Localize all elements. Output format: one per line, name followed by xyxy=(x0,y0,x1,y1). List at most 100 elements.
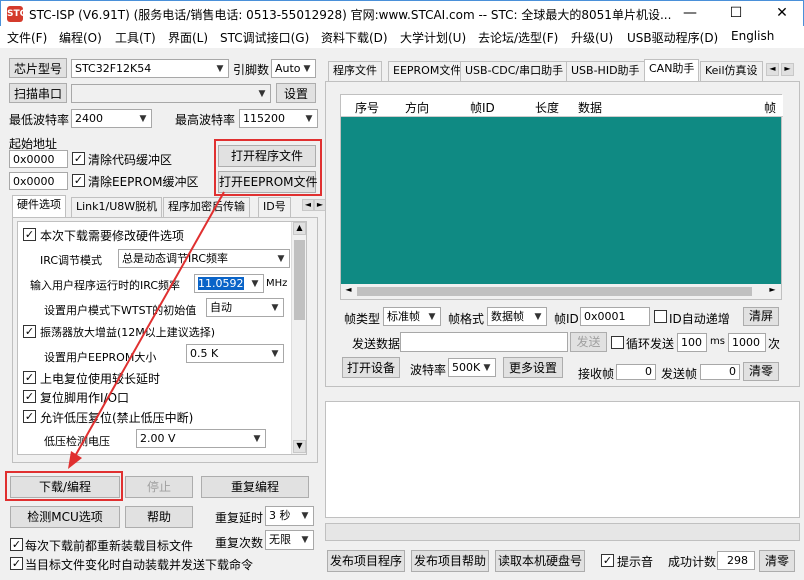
tab-scroll-right-icon[interactable]: ► xyxy=(781,63,794,76)
menu-tools[interactable]: 工具(T) xyxy=(115,29,156,46)
menu-interface[interactable]: 界面(L) xyxy=(168,29,208,46)
clear-screen-button[interactable]: 清屏 xyxy=(743,307,779,326)
tab-scroll-left-icon[interactable]: ◄ xyxy=(302,199,314,211)
frame-format-select[interactable]: 数据帧 ▼ xyxy=(487,307,547,326)
send-button[interactable]: 发送 xyxy=(570,332,607,352)
loop-interval-input[interactable]: 100 xyxy=(677,333,707,352)
reset-pin-io-checkbox[interactable]: ✓ xyxy=(23,390,36,403)
menu-debug[interactable]: STC调试接口(G) xyxy=(220,29,309,46)
scroll-up-icon[interactable]: ▲ xyxy=(293,222,306,235)
pin-count-value: Auto xyxy=(275,62,301,75)
scan-port-button[interactable]: 扫描串口 xyxy=(9,83,67,103)
tab-program-file[interactable]: 程序文件 xyxy=(328,61,382,81)
frame-type-select[interactable]: 标准帧 ▼ xyxy=(383,307,441,326)
chevron-down-icon: ▼ xyxy=(301,511,309,521)
success-count-label: 成功计数 xyxy=(668,555,717,569)
repeat-program-button[interactable]: 重复编程 xyxy=(201,476,309,498)
tab-usb-hid[interactable]: USB-HID助手 xyxy=(566,61,645,81)
menu-file[interactable]: 文件(F) xyxy=(7,29,47,46)
menu-english[interactable]: English xyxy=(731,29,774,43)
publish-project-program-button[interactable]: 发布项目程序 xyxy=(327,550,405,572)
close-button[interactable]: ✕ xyxy=(759,1,804,27)
scroll-left-icon[interactable]: ◄ xyxy=(342,285,355,298)
more-settings-button[interactable]: 更多设置 xyxy=(503,357,563,378)
repeat-count-select[interactable]: 无限 ▼ xyxy=(265,530,314,550)
chip-type-button[interactable]: 芯片型号 xyxy=(9,58,67,78)
long-reset-delay-checkbox[interactable]: ✓ xyxy=(23,371,36,384)
loop-count-input[interactable]: 1000 xyxy=(728,333,766,352)
chevron-down-icon: ▼ xyxy=(216,64,224,74)
output-log-area[interactable] xyxy=(325,401,800,518)
send-data-input[interactable] xyxy=(400,332,568,352)
read-disk-id-button[interactable]: 读取本机硬盘号 xyxy=(495,550,585,572)
menu-upgrade[interactable]: 升级(U) xyxy=(571,29,613,46)
chip-type-value: STC32F12K54 xyxy=(75,62,152,75)
port-select[interactable]: ▼ xyxy=(71,84,271,103)
clear-code-label: 清除代码缓冲区 xyxy=(88,153,173,167)
clear-success-count-button[interactable]: 清零 xyxy=(759,550,795,572)
menu-university[interactable]: 大学计划(U) xyxy=(400,29,466,46)
tx-frames-label: 发送帧 xyxy=(661,367,698,381)
clear-eeprom-checkbox[interactable]: ✓ xyxy=(72,174,85,187)
send-data-label: 发送数据 xyxy=(352,337,401,351)
id-auto-increment-checkbox[interactable] xyxy=(654,310,667,323)
chip-type-select[interactable]: STC32F12K54 ▼ xyxy=(71,59,229,78)
tab-scroll-left-icon[interactable]: ◄ xyxy=(766,63,779,76)
check-mcu-options-button[interactable]: 检测MCU选项 xyxy=(10,506,120,528)
modify-hw-options-checkbox[interactable]: ✓ xyxy=(23,228,36,241)
column-header[interactable]: 长度 xyxy=(535,99,559,116)
min-baud-label: 最低波特率 xyxy=(9,113,70,127)
column-header[interactable]: 序号 xyxy=(355,99,379,116)
publish-project-help-button[interactable]: 发布项目帮助 xyxy=(411,550,489,572)
menu-download[interactable]: 资料下载(D) xyxy=(321,29,388,46)
horizontal-scrollbar[interactable]: ◄ ► xyxy=(341,284,781,299)
progress-bar xyxy=(325,523,800,541)
frame-id-input[interactable]: 0x0001 xyxy=(580,307,650,326)
frame-type-label: 帧类型 xyxy=(344,312,381,326)
column-header[interactable]: 方向 xyxy=(405,99,429,116)
clear-counters-button[interactable]: 清零 xyxy=(743,362,779,381)
baud-rate-label: 波特率 xyxy=(410,363,447,377)
open-device-button[interactable]: 打开设备 xyxy=(342,357,400,378)
app-logo-icon: STC xyxy=(7,6,26,22)
scroll-thumb[interactable] xyxy=(357,287,752,296)
tab-id-number[interactable]: ID号 xyxy=(258,197,291,217)
stop-button[interactable]: 停止 xyxy=(125,476,193,498)
clear-code-checkbox[interactable]: ✓ xyxy=(72,152,85,165)
hw-options-scrollbar[interactable]: ▲ ▼ xyxy=(291,222,306,454)
code-start-address-input[interactable]: 0x0000 xyxy=(9,150,68,168)
title-bar: STC STC-ISP (V6.91T) (服务电话/销售电话: 0513-55… xyxy=(0,0,804,26)
scroll-thumb[interactable] xyxy=(294,240,305,320)
low-voltage-reset-checkbox[interactable]: ✓ xyxy=(23,410,36,423)
reload-before-download-checkbox[interactable]: ✓ xyxy=(10,538,23,551)
max-baud-select[interactable]: 115200 ▼ xyxy=(239,109,318,128)
minimize-button[interactable]: — xyxy=(667,1,713,27)
menu-forum[interactable]: 去论坛/选型(F) xyxy=(478,29,558,46)
tab-keil-simulation[interactable]: Keil仿真设 xyxy=(700,61,763,81)
pin-count-select[interactable]: Auto ▼ xyxy=(271,59,316,78)
menu-usb-driver[interactable]: USB驱动程序(D) xyxy=(627,29,718,46)
sound-prompt-checkbox[interactable]: ✓ xyxy=(601,554,614,567)
help-button[interactable]: 帮助 xyxy=(125,506,193,528)
tab-usb-cdc[interactable]: USB-CDC/串口助手 xyxy=(460,61,569,81)
tab-can-assistant[interactable]: CAN助手 xyxy=(644,59,700,81)
chevron-down-icon: ▼ xyxy=(271,303,279,313)
scroll-down-icon[interactable]: ▼ xyxy=(293,440,306,453)
tab-eeprom-file[interactable]: EEPROM文件 xyxy=(388,61,467,81)
auto-send-on-change-checkbox[interactable]: ✓ xyxy=(10,557,23,570)
tab-hardware-options[interactable]: 硬件选项 xyxy=(12,195,66,217)
min-baud-select[interactable]: 2400 ▼ xyxy=(71,109,152,128)
loop-send-checkbox[interactable] xyxy=(611,336,624,349)
menu-program[interactable]: 编程(O) xyxy=(59,29,102,46)
column-header[interactable]: 帧ID xyxy=(470,99,495,116)
repeat-delay-select[interactable]: 3 秒 ▼ xyxy=(265,506,314,526)
settings-button[interactable]: 设置 xyxy=(276,83,316,103)
scroll-right-icon[interactable]: ► xyxy=(766,285,779,298)
table-body[interactable] xyxy=(341,117,781,284)
osc-gain-checkbox[interactable]: ✓ xyxy=(23,325,36,338)
column-header[interactable]: 帧 xyxy=(764,99,776,116)
column-header[interactable]: 数据 xyxy=(578,99,602,116)
baud-rate-select[interactable]: 500K ▼ xyxy=(448,358,496,377)
frame-id-label: 帧ID xyxy=(554,312,579,326)
maximize-button[interactable]: ☐ xyxy=(713,1,759,27)
